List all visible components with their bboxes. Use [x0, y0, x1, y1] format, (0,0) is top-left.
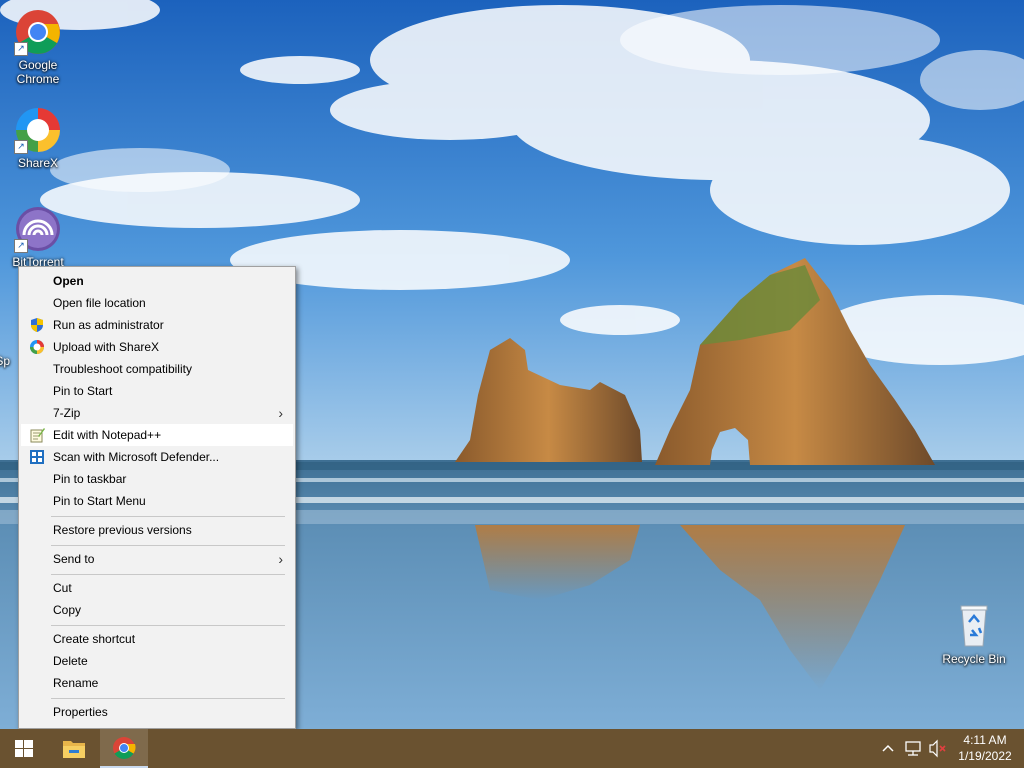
menu-item-label: Send to [53, 552, 95, 566]
menu-item-copy[interactable]: Copy [21, 599, 293, 621]
start-button[interactable] [0, 729, 48, 768]
menu-item-label: Open [53, 274, 84, 288]
menu-separator [51, 625, 285, 626]
desktop-icon-label: Recycle Bin [942, 652, 1006, 666]
menu-item-label: Create shortcut [53, 632, 136, 646]
menu-item-label: 7-Zip [53, 406, 81, 420]
shortcut-arrow-icon: ↗ [14, 42, 28, 56]
menu-item-rename[interactable]: Rename [21, 672, 293, 694]
notepadpp-icon [30, 428, 45, 443]
chevron-up-icon [882, 744, 894, 752]
taskbar-clock[interactable]: 4:11 AM 1/19/2022 [950, 732, 1020, 764]
desktop-icon-label: ShareX [17, 156, 59, 170]
menu-item-label: Rename [53, 676, 99, 690]
menu-item-edit-with-notepadpp[interactable]: Edit with Notepad++ [21, 424, 293, 446]
menu-separator [51, 698, 285, 699]
menu-item-cut[interactable]: Cut [21, 577, 293, 599]
menu-item-label: Pin to taskbar [53, 472, 127, 486]
menu-item-label: Scan with Microsoft Defender... [53, 450, 220, 464]
shortcut-arrow-icon: ↗ [14, 239, 28, 253]
menu-item-label: Cut [53, 581, 72, 595]
menu-item-scan-with-defender[interactable]: Scan with Microsoft Defender... [21, 446, 293, 468]
menu-item-7zip[interactable]: 7-Zip › [21, 402, 293, 424]
sharex-icon [30, 340, 44, 354]
menu-item-restore-previous-versions[interactable]: Restore previous versions [21, 519, 293, 541]
network-icon [905, 741, 921, 756]
menu-item-open-file-location[interactable]: Open file location [21, 292, 293, 314]
menu-item-run-as-administrator[interactable]: Run as administrator [21, 314, 293, 336]
menu-item-open[interactable]: Open [21, 270, 293, 292]
windows-logo-icon [15, 740, 33, 757]
desktop-icon-recycle-bin[interactable]: Recycle Bin [936, 602, 1012, 666]
menu-item-label: Properties [53, 705, 108, 719]
menu-item-label: Troubleshoot compatibility [53, 362, 192, 376]
sharex-icon: ↗ [14, 106, 62, 154]
uac-shield-icon [31, 318, 43, 332]
taskbar: 4:11 AM 1/19/2022 [0, 729, 1024, 768]
desktop-icon-chrome[interactable]: ↗ Google Chrome [0, 8, 76, 86]
submenu-arrow-icon: › [278, 405, 283, 421]
menu-separator [51, 545, 285, 546]
taskbar-chrome[interactable] [100, 729, 148, 768]
clock-date: 1/19/2022 [958, 749, 1012, 763]
menu-item-label: Pin to Start [53, 384, 113, 398]
shortcut-arrow-icon: ↗ [14, 140, 28, 154]
tray-overflow-chevron[interactable] [878, 729, 898, 768]
desktop-icon-bittorrent[interactable]: ↗ BitTorrent [0, 205, 76, 269]
menu-item-send-to[interactable]: Send to › [21, 548, 293, 570]
menu-separator [51, 574, 285, 575]
menu-item-upload-with-sharex[interactable]: Upload with ShareX [21, 336, 293, 358]
menu-item-create-shortcut[interactable]: Create shortcut [21, 628, 293, 650]
menu-item-label: Delete [53, 654, 88, 668]
menu-item-label: Copy [53, 603, 82, 617]
menu-item-label: Open file location [53, 296, 146, 310]
folder-icon [63, 741, 85, 758]
clock-time: 4:11 AM [963, 733, 1007, 747]
taskbar-file-explorer[interactable] [50, 729, 98, 768]
menu-item-pin-to-taskbar[interactable]: Pin to taskbar [21, 468, 293, 490]
chrome-icon [113, 737, 136, 759]
desktop-icon-label-line2: Chrome [16, 72, 60, 86]
menu-item-properties[interactable]: Properties [21, 701, 293, 723]
menu-item-label: Upload with ShareX [53, 340, 160, 354]
menu-item-label: Edit with Notepad++ [53, 428, 162, 442]
menu-item-pin-to-start-menu[interactable]: Pin to Start Menu [21, 490, 293, 512]
menu-item-pin-to-start[interactable]: Pin to Start [21, 380, 293, 402]
chrome-icon: ↗ [14, 8, 62, 56]
submenu-arrow-icon: › [278, 551, 283, 567]
menu-separator [51, 516, 285, 517]
menu-item-label: Run as administrator [53, 318, 164, 332]
tray-volume[interactable] [926, 729, 948, 768]
desktop-icon-label: Google [18, 58, 58, 72]
volume-muted-icon [929, 739, 946, 758]
menu-item-troubleshoot-compatibility[interactable]: Troubleshoot compatibility [21, 358, 293, 380]
desktop-icon-sharex[interactable]: ↗ ShareX [0, 106, 76, 170]
bittorrent-icon: ↗ [14, 205, 62, 253]
context-menu: Open Open file location Run as administr… [18, 266, 296, 729]
defender-icon [30, 450, 44, 464]
menu-item-label: Restore previous versions [53, 523, 192, 537]
recycle-bin-icon [950, 602, 998, 650]
menu-item-delete[interactable]: Delete [21, 650, 293, 672]
menu-item-label: Pin to Start Menu [53, 494, 146, 508]
tray-network[interactable] [902, 729, 924, 768]
